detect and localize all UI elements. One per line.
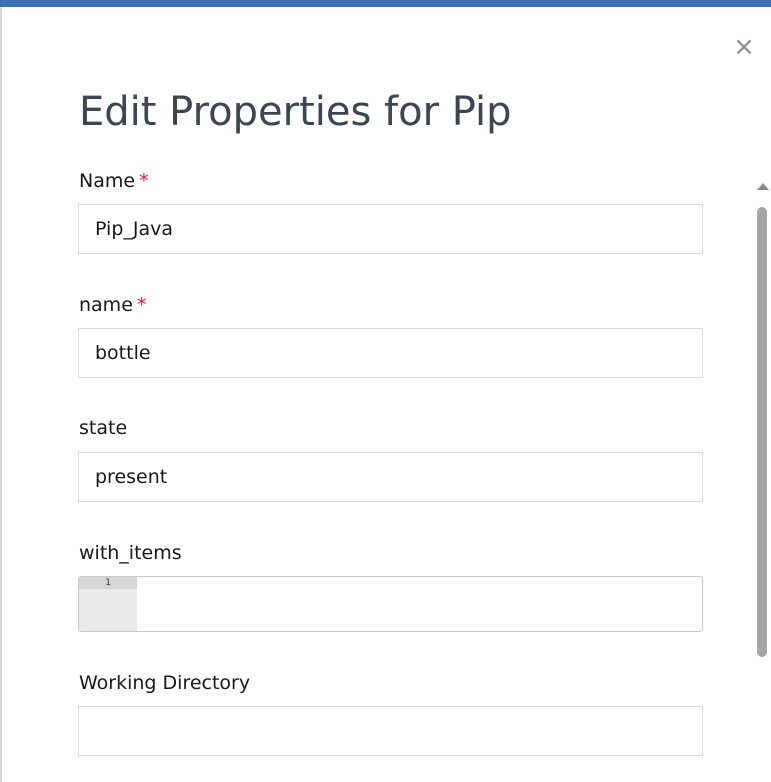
working-directory-input[interactable] bbox=[78, 706, 703, 756]
close-icon[interactable]: × bbox=[732, 33, 756, 61]
name-label: name * bbox=[79, 293, 146, 317]
working-directory-label: Working Directory bbox=[79, 671, 250, 695]
state-label: state bbox=[79, 416, 127, 440]
required-asterisk: * bbox=[136, 294, 147, 316]
edit-properties-modal: × Edit Properties for Pip Name* name* st… bbox=[2, 7, 771, 782]
with-items-label-text: with_items bbox=[79, 542, 182, 564]
state-input[interactable] bbox=[78, 452, 703, 502]
scroll-up-arrow-icon[interactable] bbox=[757, 183, 769, 190]
working-directory-label-text: Working Directory bbox=[79, 672, 251, 694]
name-display-label: Name * bbox=[79, 169, 149, 193]
state-label-text: state bbox=[79, 417, 128, 439]
with-items-code-editor[interactable]: 1 bbox=[78, 576, 703, 632]
scrollbar-thumb[interactable] bbox=[757, 207, 767, 657]
background-header-bar bbox=[0, 0, 771, 7]
name-label-text: name bbox=[79, 294, 133, 316]
editor-line-number: 1 bbox=[105, 578, 111, 588]
modal-title: Edit Properties for Pip bbox=[79, 89, 512, 135]
with-items-label: with_items bbox=[79, 541, 182, 565]
name-display-input[interactable] bbox=[78, 204, 703, 254]
name-input[interactable] bbox=[78, 328, 703, 378]
modal-scrollbar[interactable] bbox=[754, 180, 771, 782]
name-display-label-text: Name bbox=[79, 170, 136, 192]
required-asterisk: * bbox=[139, 170, 149, 192]
